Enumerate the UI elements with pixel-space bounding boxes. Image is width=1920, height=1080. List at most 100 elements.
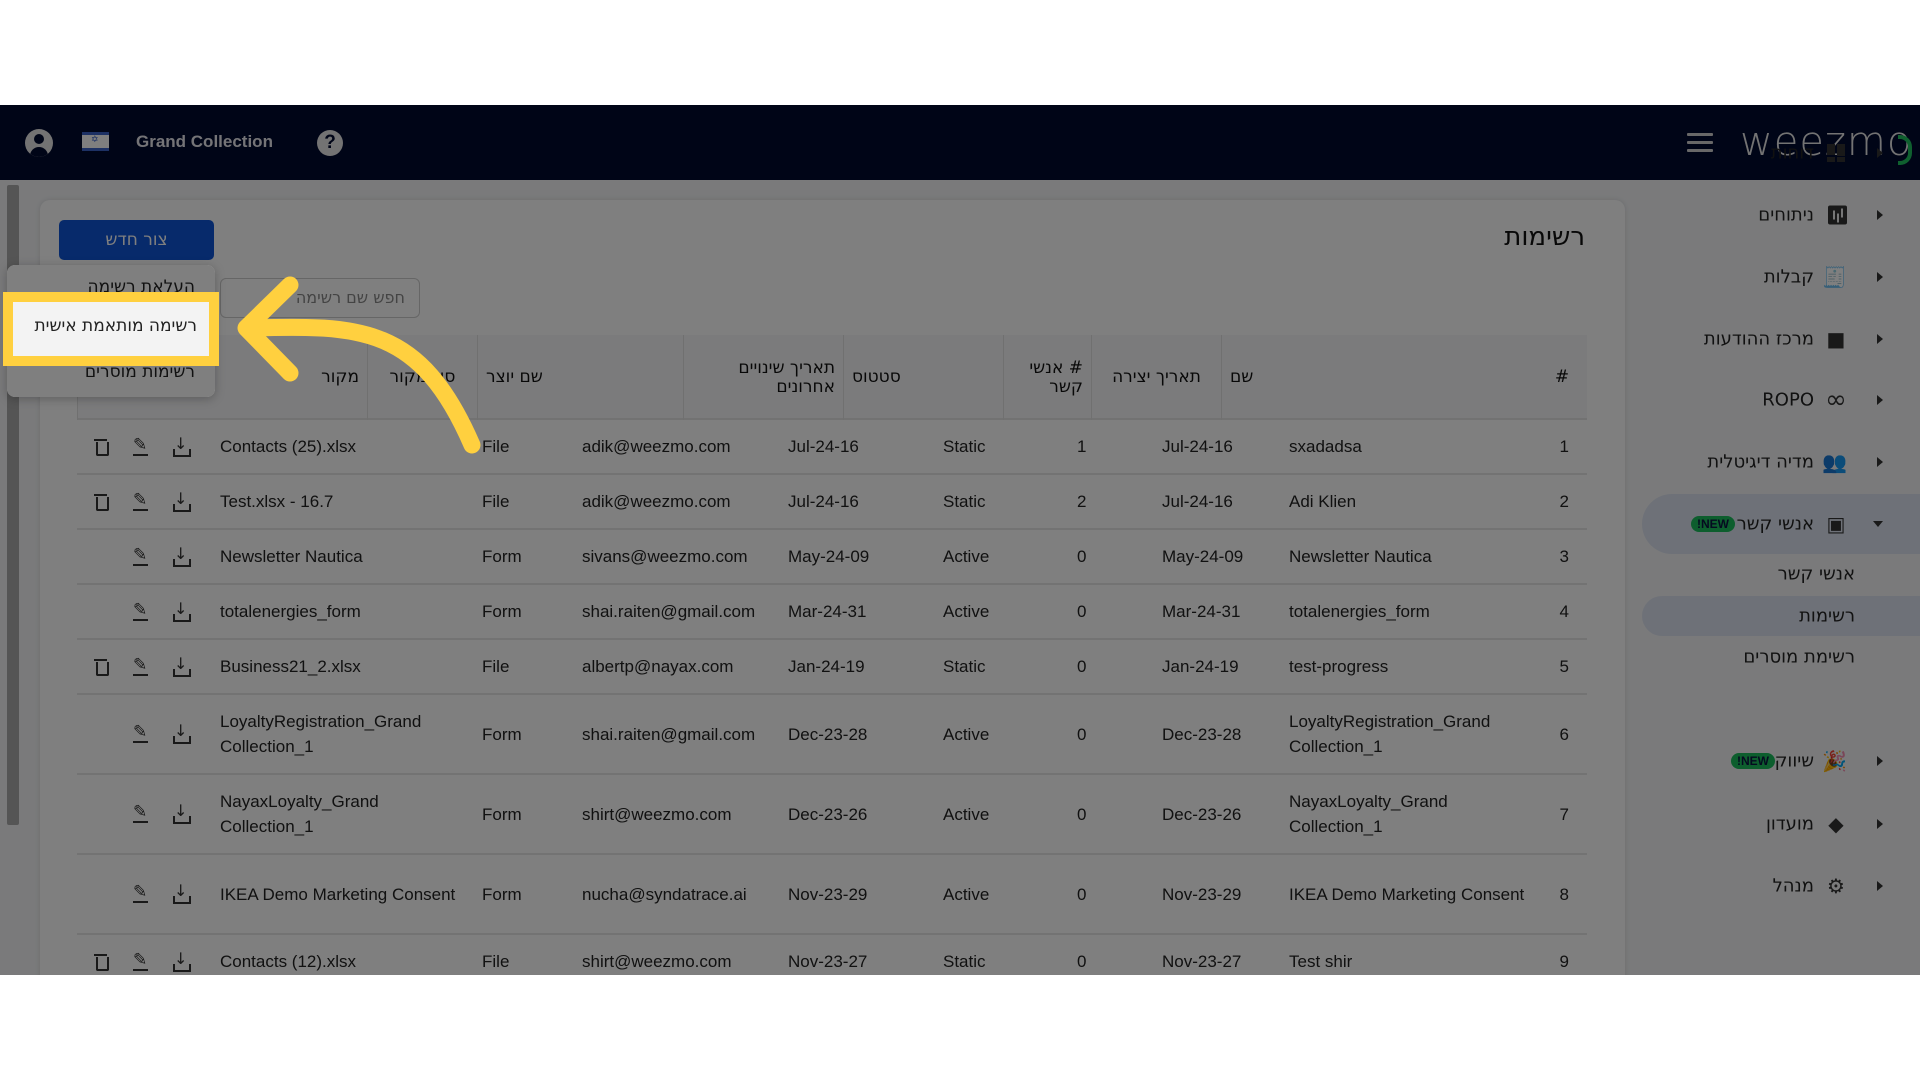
sidebar-item[interactable]: ⚙ מנהל (1642, 856, 1920, 916)
cell-created: Jul-24-16 (1162, 437, 1233, 456)
col-header-number[interactable]: # (1537, 335, 1587, 420)
chevron-right-icon[interactable] (1877, 756, 1883, 766)
edit-icon[interactable] (132, 491, 150, 511)
cell-source: Contacts (25).xlsx (220, 437, 357, 456)
sidebar-item[interactable]: 👥 מדיה דיגיטלית (1642, 432, 1920, 492)
cell-contacts: 1 (1077, 437, 1087, 456)
new-badge: NEW! (1731, 753, 1775, 769)
cell-modified: Jul-24-16 (788, 437, 859, 456)
col-header-source-type[interactable]: סוג מקור (367, 335, 477, 420)
table-row[interactable]: 6 LoyaltyRegistration_Grand Collection_1 D… (77, 695, 1587, 775)
cell-number: 7 (1559, 804, 1569, 824)
download-icon[interactable] (172, 802, 191, 824)
chevron-right-icon[interactable] (1877, 457, 1883, 467)
sidebar-item[interactable]: 🧾 קבלות (1642, 247, 1920, 307)
cell-creator: nucha@syndatrace.ai (582, 884, 747, 904)
chevron-right-icon[interactable] (1877, 272, 1883, 282)
cell-modified: May-24-09 (788, 547, 870, 566)
chat-icon: ■ (1826, 327, 1846, 351)
download-icon[interactable] (172, 490, 191, 512)
col-header-creator[interactable]: שם יוצר (477, 335, 683, 420)
sidebar-item-label: שיווק (1774, 750, 1814, 772)
table-row[interactable]: 8 IKEA Demo Marketing Consent Nov-23-29 0 Ac… (77, 855, 1587, 935)
search-input[interactable]: חפש שם רשימה (220, 278, 420, 318)
col-header-name[interactable]: שם (1221, 335, 1537, 420)
cell-created: Nov-23-29 (1162, 884, 1242, 904)
sidebar-item[interactable]: דוחות (1642, 123, 1920, 183)
sidebar-item[interactable]: ◆ מועדון (1642, 794, 1920, 854)
edit-icon[interactable] (132, 546, 150, 566)
trash-icon[interactable] (92, 438, 110, 456)
chevron-down-icon[interactable] (1873, 521, 1883, 527)
cell-created: Jul-24-16 (1162, 492, 1233, 511)
table-row[interactable]: 4 totalenergies_form Mar-24-31 0 Active Mar-2… (77, 585, 1587, 640)
sidebar-item-label: אנשי קשר (1736, 513, 1814, 535)
chevron-right-icon[interactable] (1877, 395, 1883, 405)
table-row[interactable]: 1 sxadadsa Jul-24-16 1 Static Jul-24-16 adik@w… (77, 420, 1587, 475)
download-icon[interactable] (172, 950, 191, 972)
lists-table: # שם תאריך יצירה # אנשי קשר סטטוס תאריך … (77, 335, 1587, 975)
table-body: 1 sxadadsa Jul-24-16 1 Static Jul-24-16 adik@w… (77, 420, 1587, 975)
trash-icon[interactable] (92, 493, 110, 511)
cell-modified: Nov-23-27 (788, 952, 868, 971)
cell-status: Static (943, 437, 986, 456)
chevron-right-icon[interactable] (1877, 881, 1883, 891)
israel-flag-icon[interactable] (82, 132, 109, 151)
page-title: רשימות (1504, 222, 1585, 252)
sidebar-subitem[interactable]: אנשי קשר (1642, 554, 1920, 594)
edit-icon[interactable] (132, 951, 150, 971)
edit-icon[interactable] (132, 723, 150, 743)
edit-icon[interactable] (132, 656, 150, 676)
sidebar-item[interactable]: 🎉 שיווק NEW! (1642, 731, 1920, 791)
cell-number: 5 (1559, 657, 1569, 676)
sidebar-item[interactable]: ■ מרכז ההודעות (1642, 309, 1920, 369)
cell-created: Nov-23-27 (1162, 952, 1242, 971)
sidebar-item[interactable]: ∞ ROPO (1642, 370, 1920, 430)
cell-contacts: 0 (1077, 602, 1087, 621)
account-name[interactable]: Grand Collection (136, 132, 273, 152)
col-header-status[interactable]: סטטוס (843, 335, 1003, 420)
edit-icon[interactable] (132, 601, 150, 621)
sidebar-subitem[interactable]: רשימות (1642, 596, 1920, 636)
trash-icon[interactable] (92, 658, 110, 676)
table-row[interactable]: 3 Newsletter Nautica May-24-09 0 Active May-2… (77, 530, 1587, 585)
cell-created: Mar-24-31 (1162, 602, 1241, 621)
download-icon[interactable] (172, 882, 191, 904)
chevron-right-icon[interactable] (1877, 819, 1883, 829)
chevron-right-icon[interactable] (1877, 334, 1883, 344)
cell-source-type: Form (482, 724, 522, 744)
sidebar-subitem-label: רשימת מוסרים (1743, 646, 1855, 668)
edit-icon[interactable] (132, 883, 150, 903)
table-row[interactable]: 5 test-progress Jan-24-19 0 Static Jan-24-19 a… (77, 640, 1587, 695)
menu-item-custom-list[interactable]: רשימה מותאמת אישית (34, 316, 197, 336)
download-icon[interactable] (172, 600, 191, 622)
download-icon[interactable] (172, 655, 191, 677)
download-icon[interactable] (172, 435, 191, 457)
table-row[interactable]: 7 NayaxLoyalty_Grand Collection_1 Dec-23-2… (77, 775, 1587, 855)
cell-modified: Dec-23-26 (788, 804, 868, 824)
chevron-right-icon[interactable] (1877, 210, 1883, 220)
trash-icon[interactable] (92, 953, 110, 971)
sidebar-item[interactable]: ▣ אנשי קשר NEW! (1642, 494, 1920, 554)
cell-modified: Dec-23-28 (788, 724, 868, 744)
highlighted-menu-item[interactable]: רשימה מותאמת אישית (3, 292, 219, 366)
col-header-modified[interactable]: תאריך שינויים אחרונים (683, 335, 843, 420)
create-new-button[interactable]: צור חדש (59, 220, 214, 260)
chevron-right-icon[interactable] (1877, 148, 1883, 158)
help-icon[interactable]: ? (317, 130, 343, 156)
download-icon[interactable] (172, 545, 191, 567)
edit-icon[interactable] (132, 436, 150, 456)
col-header-created[interactable]: תאריך יצירה (1091, 335, 1221, 420)
cell-creator: adik@weezmo.com (582, 437, 731, 456)
edit-icon[interactable] (132, 803, 150, 823)
cell-status: Active (943, 804, 990, 824)
table-row[interactable]: 2 Adi Klien Jul-24-16 2 Static Jul-24-16 adik@… (77, 475, 1587, 530)
user-icon[interactable] (25, 129, 53, 157)
cell-created: Dec-23-28 (1162, 724, 1242, 744)
sidebar-subitem[interactable]: רשימת מוסרים (1642, 637, 1920, 677)
table-row[interactable]: 9 Test shir Nov-23-27 0 Static Nov-23-27 shirt… (77, 935, 1587, 975)
download-icon[interactable] (172, 722, 191, 744)
cell-status: Active (943, 884, 990, 904)
col-header-contacts[interactable]: # אנשי קשר (1003, 335, 1091, 420)
sidebar-item[interactable]: ניתוחים (1642, 185, 1920, 245)
